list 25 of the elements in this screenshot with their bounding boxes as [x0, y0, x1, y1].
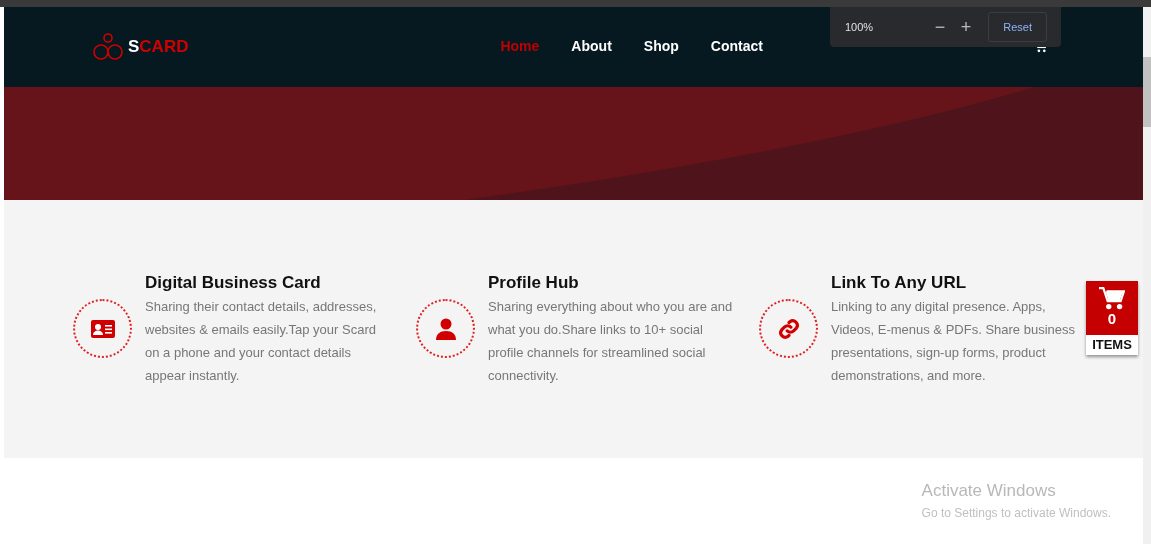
- feature-title: Link To Any URL: [831, 272, 968, 294]
- reset-button[interactable]: Reset: [988, 11, 1047, 43]
- nav-link[interactable]: About: [571, 35, 612, 57]
- nav-link[interactable]: Contact: [710, 35, 763, 57]
- feature-description: Linking to any digital presence. Apps, Videos, E-menus & PDFs. Share business presentations, sign-up forms, product demonstrations, and more.: [831, 298, 1076, 385]
- feature-description: Sharing their contact details, addresses, websites & emails easily.Tap your Scard on a phone and your contact details appear instantly.: [145, 298, 378, 385]
- cart-count: 0: [1107, 311, 1117, 327]
- cart-widget[interactable]: 0 ITEMS: [1086, 281, 1138, 355]
- zoom-in-button[interactable]: +: [953, 13, 979, 41]
- cart-label: ITEMS: [1086, 335, 1138, 355]
- feature-title: Digital Business Card: [145, 272, 322, 294]
- nav-link[interactable]: Shop: [643, 35, 679, 57]
- activation-message: Go to Settings to activate Windows.: [921, 504, 1111, 522]
- cart-icon: [1099, 287, 1125, 311]
- logo-icon: [92, 33, 124, 61]
- scrollbar[interactable]: [1143, 7, 1151, 544]
- id-card-icon: [90, 319, 115, 338]
- link-icon: [777, 317, 800, 340]
- feature-description: Sharing everything about who you are and what you do.Share links to 10+ social profile channels for streamlined social connectivity.: [488, 298, 734, 385]
- logo-text: SCARD: [128, 36, 189, 59]
- activation-title: Activate Windows: [921, 480, 1057, 502]
- feature-title: Profile Hub: [488, 272, 580, 294]
- user-icon: [435, 317, 456, 340]
- zoom-out-button[interactable]: −: [927, 13, 953, 41]
- zoom-level: 100%: [845, 19, 875, 35]
